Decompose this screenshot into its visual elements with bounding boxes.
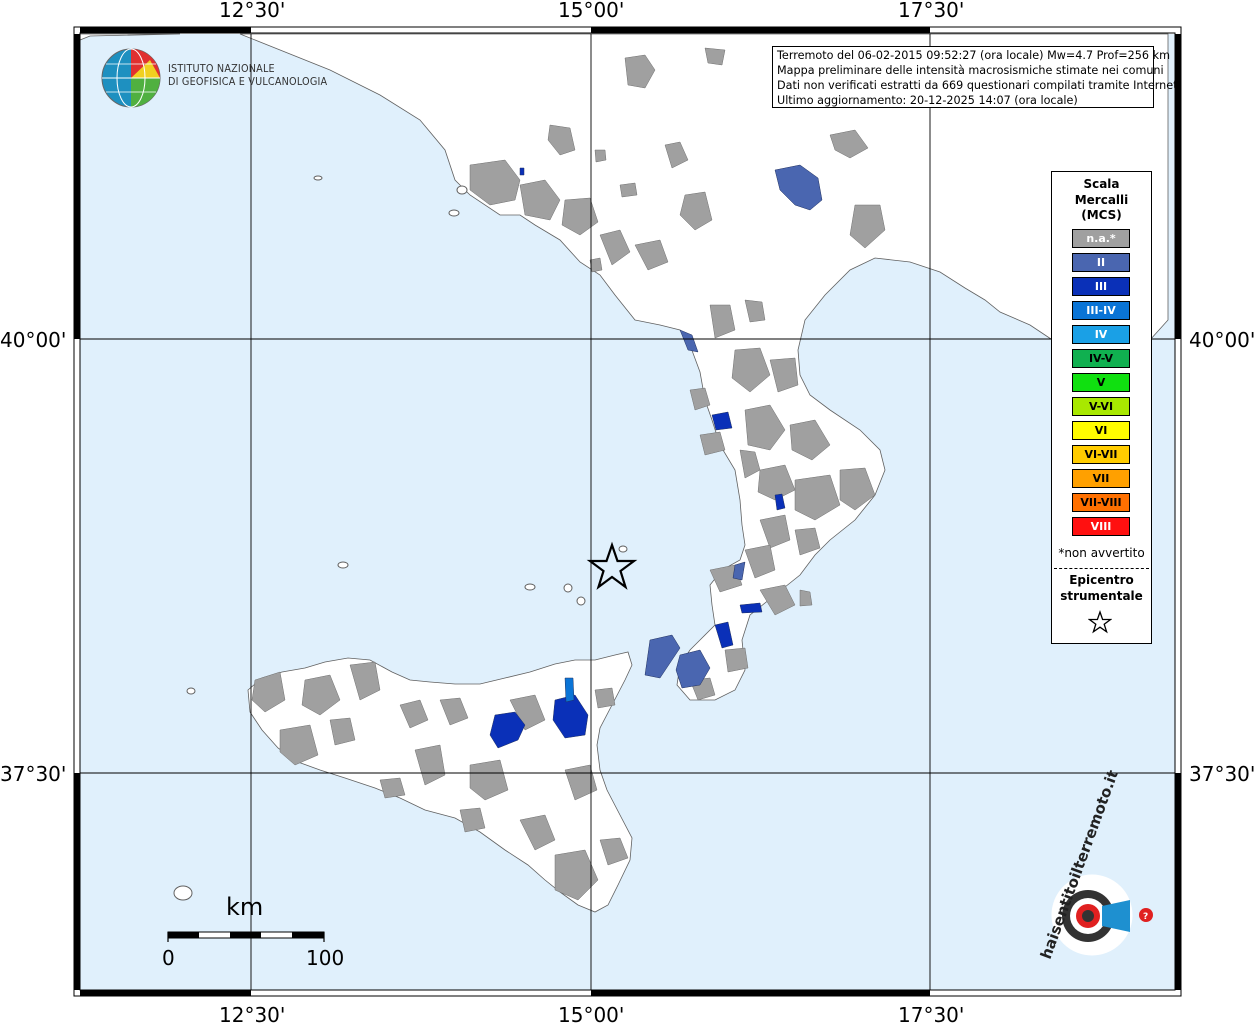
legend-star-icon [1088,610,1112,634]
lon-label-top-2: 15°00' [558,0,625,22]
legend-swatch-5: IV-V [1072,349,1130,368]
legend-swatch-0: n.a.* [1072,229,1130,248]
legend-swatch-8: VI [1072,421,1130,440]
legend-separator [1054,568,1149,569]
info-line-1: Terremoto del 06-02-2015 09:52:27 (ora l… [777,49,1170,62]
lat-label-right-2: 37°30' [1189,762,1254,786]
lat-label-left-1: 40°00' [0,328,67,352]
svg-text:?: ? [1143,912,1148,922]
legend-note: *non avvertito [1058,546,1145,560]
island-egadi [186,687,196,695]
lon-label-top-1: 12°30' [219,0,286,22]
ingv-globe-logo [101,48,161,108]
scale-min: 0 [162,946,175,970]
legend-swatch-2: III [1072,277,1130,296]
event-info-box: Terremoto del 06-02-2015 09:52:27 (ora l… [772,46,1182,108]
legend-epicenter-label: Epicentro strumentale [1052,572,1151,604]
info-line-2: Mappa preliminare delle intensità macros… [777,64,1164,77]
island-aeolian-3 [576,596,586,606]
epicenter-line2: strumentale [1060,589,1143,603]
legend-swatch-3: III-IV [1072,301,1130,320]
ingv-line1: ISTITUTO NAZIONALE [168,63,275,75]
info-line-4: Ultimo aggiornamento: 20-12-2025 14:07 (… [777,94,1078,107]
lon-label-bottom-2: 15°00' [558,1003,625,1027]
ingv-line2: DI GEOFISICA E VULCANOLOGIA [168,76,328,88]
island-pantelleria [173,885,193,901]
island-aeolian-1 [524,583,536,591]
island-capri [448,209,460,217]
legend-title-3: (MCS) [1081,208,1122,222]
legend-title-2: Mercalli [1074,192,1129,207]
legend-swatch-1: II [1072,253,1130,272]
legend-swatch-12: VIII [1072,517,1130,536]
legend-swatch-9: VI-VII [1072,445,1130,464]
lon-label-top-3: 17°30' [898,0,965,22]
info-line-3: Dati non verificati estratti da 669 ques… [777,79,1182,92]
legend-swatch-7: V-VI [1072,397,1130,416]
island-ustica [337,561,349,569]
ingv-logo-text: ISTITUTO NAZIONALE DI GEOFISICA E VULCAN… [168,63,327,89]
epicenter-line1: Epicentro [1069,573,1134,587]
island-aeolian-2 [563,583,573,593]
legend-swatch-10: VII [1072,469,1130,488]
lat-label-left-2: 37°30' [0,762,67,786]
island-ischia [456,185,468,195]
legend-swatch-6: V [1072,373,1130,392]
legend-swatch-4: IV [1072,325,1130,344]
lat-label-right-1: 40°00' [1189,328,1254,352]
island-ponza [313,175,323,181]
island-stromboli [618,545,628,553]
mcs-legend: Scala Mercalli (MCS) n.a.* II III III-IV IV I… [1051,171,1152,644]
legend-title: Scala Mercalli (MCS) [1052,177,1151,224]
legend-swatch-11: VII-VIII [1072,493,1130,512]
scale-unit: km [226,893,264,921]
scale-max: 100 [306,946,345,970]
lon-label-bottom-3: 17°30' [898,1003,965,1027]
lon-label-bottom-1: 12°30' [219,1003,286,1027]
legend-title-1: Scala [1083,177,1120,191]
